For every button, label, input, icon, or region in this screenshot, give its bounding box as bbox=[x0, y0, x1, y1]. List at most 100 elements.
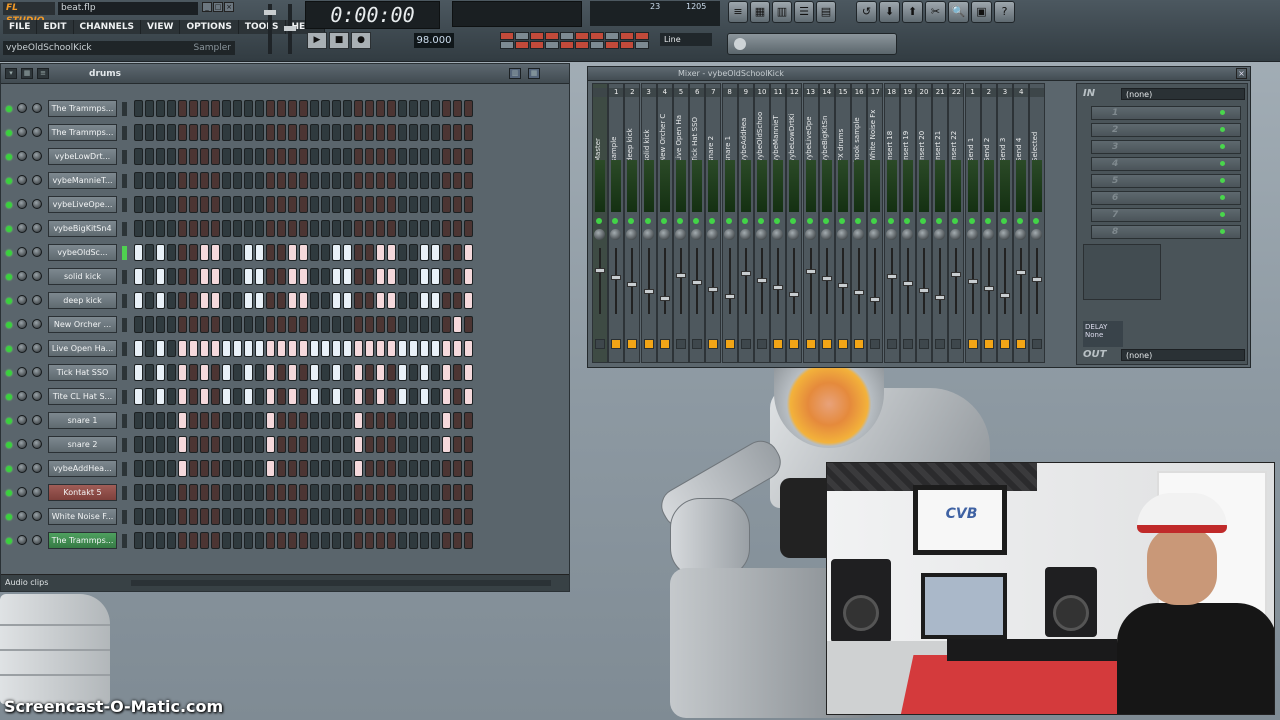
step-button[interactable] bbox=[266, 460, 275, 477]
mute-led[interactable] bbox=[6, 322, 12, 328]
channel-name-button[interactable]: vybeLowDrt... bbox=[48, 148, 117, 165]
step-button[interactable] bbox=[398, 340, 407, 357]
step-button[interactable] bbox=[233, 532, 242, 549]
step-button[interactable] bbox=[288, 100, 297, 117]
step-button[interactable] bbox=[189, 388, 198, 405]
route-button[interactable] bbox=[886, 339, 897, 349]
step-button[interactable] bbox=[387, 196, 396, 213]
step-button[interactable] bbox=[200, 220, 209, 237]
step-button[interactable] bbox=[387, 460, 396, 477]
pan-knob[interactable] bbox=[17, 487, 27, 497]
step-button[interactable] bbox=[156, 316, 165, 333]
step-button[interactable] bbox=[442, 124, 451, 141]
step-button[interactable] bbox=[343, 532, 352, 549]
step-button[interactable] bbox=[299, 460, 308, 477]
step-button[interactable] bbox=[189, 364, 198, 381]
volume-fader[interactable] bbox=[773, 248, 784, 314]
step-button[interactable] bbox=[134, 292, 143, 309]
step-button[interactable] bbox=[442, 292, 451, 309]
step-button[interactable] bbox=[310, 316, 319, 333]
volume-fader[interactable] bbox=[1000, 248, 1010, 314]
step-button[interactable] bbox=[321, 220, 330, 237]
step-button[interactable] bbox=[376, 124, 385, 141]
step-button[interactable] bbox=[200, 436, 209, 453]
step-button[interactable] bbox=[343, 292, 352, 309]
step-button[interactable] bbox=[211, 292, 220, 309]
pan-knob[interactable] bbox=[853, 229, 865, 240]
mixer-track[interactable]: 21 Insert 21 bbox=[932, 83, 949, 363]
step-button[interactable] bbox=[387, 292, 396, 309]
volume-knob[interactable] bbox=[32, 271, 42, 281]
step-button[interactable] bbox=[464, 532, 473, 549]
pan-knob[interactable] bbox=[804, 229, 816, 240]
volume-knob[interactable] bbox=[32, 247, 42, 257]
step-button[interactable] bbox=[343, 340, 352, 357]
mixer-track[interactable]: 4 New Orcher C bbox=[656, 83, 673, 363]
step-button[interactable] bbox=[442, 460, 451, 477]
step-button[interactable] bbox=[288, 388, 297, 405]
channel-select-indicator[interactable] bbox=[122, 222, 127, 236]
step-button[interactable] bbox=[244, 124, 253, 141]
toggle-button[interactable] bbox=[605, 41, 619, 49]
step-button[interactable] bbox=[431, 364, 440, 381]
step-button[interactable] bbox=[277, 364, 286, 381]
step-button[interactable] bbox=[134, 484, 143, 501]
step-button[interactable] bbox=[167, 412, 176, 429]
step-button[interactable] bbox=[211, 316, 220, 333]
step-button[interactable] bbox=[222, 460, 231, 477]
step-button[interactable] bbox=[288, 172, 297, 189]
track-enable-led[interactable] bbox=[1033, 218, 1040, 224]
step-button[interactable] bbox=[134, 412, 143, 429]
step-button[interactable] bbox=[442, 196, 451, 213]
channel-name-button[interactable]: The Trammps... bbox=[48, 532, 117, 549]
step-button[interactable] bbox=[343, 172, 352, 189]
step-button[interactable] bbox=[288, 460, 297, 477]
mixer-track[interactable]: Master bbox=[592, 83, 608, 363]
step-button[interactable] bbox=[332, 316, 341, 333]
step-button[interactable] bbox=[398, 316, 407, 333]
step-button[interactable] bbox=[398, 412, 407, 429]
step-button[interactable] bbox=[365, 412, 374, 429]
step-button[interactable] bbox=[398, 268, 407, 285]
step-button[interactable] bbox=[310, 268, 319, 285]
step-button[interactable] bbox=[134, 508, 143, 525]
close-icon[interactable]: × bbox=[224, 2, 234, 12]
step-button[interactable] bbox=[409, 148, 418, 165]
step-button[interactable] bbox=[365, 196, 374, 213]
fx-enable-led[interactable] bbox=[1220, 195, 1225, 200]
channel-name-button[interactable]: Kontakt 5 bbox=[48, 484, 117, 501]
step-button[interactable] bbox=[365, 484, 374, 501]
step-button[interactable] bbox=[178, 292, 187, 309]
track-enable-led[interactable] bbox=[693, 218, 700, 224]
step-button[interactable] bbox=[343, 124, 352, 141]
step-button[interactable] bbox=[222, 268, 231, 285]
step-button[interactable] bbox=[376, 436, 385, 453]
step-button[interactable] bbox=[222, 172, 231, 189]
mixer-track[interactable]: 20 Insert 20 bbox=[916, 83, 932, 363]
step-button[interactable] bbox=[321, 268, 330, 285]
step-button[interactable] bbox=[398, 244, 407, 261]
step-button[interactable] bbox=[266, 364, 275, 381]
help-icon[interactable]: ? bbox=[994, 1, 1015, 23]
toggle-button[interactable] bbox=[575, 41, 589, 49]
step-button[interactable] bbox=[255, 220, 264, 237]
step-button[interactable] bbox=[387, 244, 396, 261]
step-button[interactable] bbox=[431, 436, 440, 453]
pan-knob[interactable] bbox=[17, 295, 27, 305]
step-button[interactable] bbox=[398, 388, 407, 405]
step-button[interactable] bbox=[343, 508, 352, 525]
step-button[interactable] bbox=[431, 244, 440, 261]
step-button[interactable] bbox=[409, 100, 418, 117]
step-button[interactable] bbox=[200, 484, 209, 501]
step-button[interactable] bbox=[442, 340, 451, 357]
pan-knob[interactable] bbox=[17, 223, 27, 233]
step-button[interactable] bbox=[222, 364, 231, 381]
step-button[interactable] bbox=[453, 460, 462, 477]
step-button[interactable] bbox=[222, 196, 231, 213]
step-button[interactable] bbox=[398, 364, 407, 381]
step-button[interactable] bbox=[453, 292, 462, 309]
mixer-track[interactable]: 15 FX drums bbox=[835, 83, 851, 363]
pan-knob[interactable] bbox=[17, 439, 27, 449]
fx-slot[interactable]: 7 bbox=[1091, 208, 1241, 222]
view-icon[interactable]: ▥ bbox=[509, 68, 521, 79]
